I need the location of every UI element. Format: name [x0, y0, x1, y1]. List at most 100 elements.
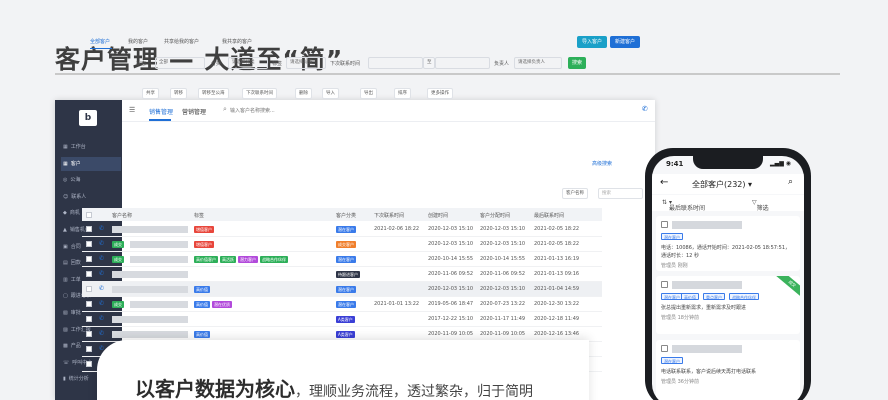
sort-control[interactable]: ⇅ 最后联系时间 ▾: [662, 199, 705, 212]
col-name[interactable]: 客户名称: [112, 212, 132, 219]
field-select[interactable]: 客户名称: [562, 188, 588, 199]
list-search-input[interactable]: 搜索: [598, 188, 643, 199]
toolbar-button[interactable]: 删除: [295, 88, 312, 99]
row-checkbox[interactable]: [86, 301, 92, 307]
col-assigned[interactable]: 客户分配时间: [480, 212, 510, 219]
sidebar-icon: ▦: [63, 144, 68, 150]
customer-name-redacted[interactable]: [112, 286, 188, 293]
tag-list: 高价值: [194, 286, 212, 293]
toolbar-button[interactable]: 导出: [360, 88, 377, 99]
advanced-search-link[interactable]: 高级搜索: [592, 160, 612, 167]
table-row[interactable]: ✆ 成交 增值客户 成交客户 2020-12-03 15:10 2020-12-03 15…: [82, 237, 602, 252]
sidebar-item[interactable]: ☺ 联系人: [61, 190, 121, 204]
owner-select[interactable]: 请选择负责人: [514, 57, 562, 69]
row-checkbox[interactable]: [86, 256, 92, 262]
sidebar-item[interactable]: ▦ 客户: [61, 156, 121, 171]
toolbar-button[interactable]: 共享: [142, 88, 159, 99]
customer-name-redacted[interactable]: [130, 256, 188, 263]
subtab-all[interactable]: 全部客户: [90, 38, 110, 45]
date-start-input[interactable]: [368, 57, 423, 69]
search-icon[interactable]: ⌕: [788, 177, 793, 187]
table-row[interactable]: ✆ 高价值 潜在客户 2020-12-03 15:10 2020-12-03 15:10…: [82, 282, 602, 297]
toolbar-button[interactable]: 转移至公海: [198, 88, 229, 99]
status-select[interactable]: 全部: [155, 57, 205, 69]
filter-control[interactable]: ▽ 筛选: [752, 199, 769, 212]
tag-badge: 高价值客户: [194, 256, 218, 263]
phone-icon[interactable]: ✆: [99, 255, 104, 262]
row-checkbox[interactable]: [86, 331, 92, 337]
phone-icon[interactable]: ✆: [99, 270, 104, 277]
phone-icon[interactable]: ✆: [99, 225, 104, 232]
back-arrow-icon[interactable]: ←: [660, 177, 668, 188]
col-tags[interactable]: 标签: [194, 212, 204, 219]
toolbar-button[interactable]: 排序: [394, 88, 411, 99]
app-logo[interactable]: b: [79, 110, 97, 126]
tag-list: 高价值 潜在优质: [194, 301, 234, 308]
sidebar-item[interactable]: ▦ 工作台: [61, 140, 121, 154]
customer-name-redacted[interactable]: [112, 316, 188, 323]
customer-name-redacted[interactable]: [112, 226, 188, 233]
phone-icon[interactable]: ✆: [99, 300, 104, 307]
sort-label: 最后联系时间: [668, 205, 705, 212]
create-customer-button[interactable]: 新建客户: [610, 36, 640, 48]
table-row[interactable]: ✆ 待跟进客户 2020-11-06 09:52 2020-11-06 09:52 20…: [82, 267, 602, 282]
row-checkbox[interactable]: [86, 226, 92, 232]
tab-sales[interactable]: 销售管理: [149, 107, 173, 116]
cell-assigned: 2020-11-17 11:49: [480, 316, 526, 322]
tagline-rest: ，理顺业务流程，透过繁杂，归于简明: [295, 384, 533, 400]
global-search-input[interactable]: [230, 105, 340, 116]
mobile-filter-bar: ⇅ 最后联系时间 ▾ ▽ 筛选: [652, 195, 804, 212]
col-created[interactable]: 创建时间: [428, 212, 448, 219]
category-badge: A类客户: [336, 316, 355, 323]
toolbar-button[interactable]: 转移: [170, 88, 187, 99]
phone-icon[interactable]: ✆: [99, 330, 104, 337]
category-select[interactable]: 请选择分类: [228, 57, 268, 69]
select-all-checkbox[interactable]: [86, 212, 92, 218]
tab-marketing[interactable]: 营销管理: [182, 107, 206, 116]
row-checkbox[interactable]: [86, 361, 92, 367]
cell-assigned: 2020-07-23 13:22: [480, 301, 526, 307]
row-checkbox[interactable]: [86, 346, 92, 352]
phone-icon[interactable]: ✆: [99, 315, 104, 322]
toolbar-button[interactable]: 导入: [322, 88, 339, 99]
sidebar-item-label: 产品: [70, 343, 81, 350]
table-row[interactable]: ✆ 成交 高价值客户 高活跃 潜力客户 战略合作伙伴 潜在客户 2020-10-14 15:5…: [82, 252, 602, 267]
col-last-contact[interactable]: 最后联系时间: [534, 212, 564, 219]
customer-name-redacted[interactable]: [130, 301, 188, 308]
date-end-input[interactable]: [435, 57, 490, 69]
phone-icon[interactable]: ✆: [642, 105, 648, 113]
mobile-title[interactable]: 全部客户(232) ▾: [692, 179, 752, 190]
subtab-mine[interactable]: 我的客户: [128, 38, 148, 45]
phone-icon[interactable]: ✆: [99, 240, 104, 247]
menu-icon[interactable]: ☰: [129, 106, 135, 114]
row-checkbox[interactable]: [86, 316, 92, 322]
table-row[interactable]: ✆ A类客户 2017-12-22 15:10 2020-11-17 11:49 202…: [82, 312, 602, 327]
table-row[interactable]: ✆ 增值客户 潜在客户 2021-02-06 18:22 2020-12-03 15:1…: [82, 222, 602, 237]
col-next-contact[interactable]: 下次联系时间: [374, 212, 404, 219]
cell-created: 2020-11-06 09:52: [428, 271, 474, 277]
search-button[interactable]: 搜索: [568, 57, 586, 69]
customer-card[interactable]: 潜在客户 电话：10086，通话开始时间：2021-02-05 18:57:51，…: [656, 216, 800, 271]
customer-card[interactable]: 潜在客户 高价值 重点客户 战略合作伙伴 张总提出重新需求，重新需求及时跟进 管理员 18…: [656, 276, 800, 334]
col-category[interactable]: 客户分类: [336, 212, 356, 219]
table-row[interactable]: ✆ 成交 高价值 潜在优质 潜在客户 2021-01-01 13:22 2019-05-06…: [82, 297, 602, 312]
toolbar-button[interactable]: 下次联系时间: [242, 88, 277, 99]
customer-name-redacted[interactable]: [112, 331, 188, 338]
toolbar-button[interactable]: 更多操作: [427, 88, 453, 99]
row-checkbox[interactable]: [86, 241, 92, 247]
customer-name-redacted[interactable]: [130, 241, 188, 248]
customer-name-redacted: [672, 345, 742, 353]
sidebar-item[interactable]: ◎ 公海: [61, 173, 121, 187]
cell-last: 2021-01-13 16:19: [534, 256, 580, 262]
customer-card[interactable]: 潜在客户 电话联系联系，客户说后续天再打电话联系 管理员 36分钟前: [656, 340, 800, 400]
customer-name-redacted[interactable]: [112, 271, 188, 278]
tag-badge: 高价值: [194, 301, 210, 308]
tag-select[interactable]: 请选择标签: [286, 57, 326, 69]
subtab-shared-to-me[interactable]: 共享给我的客户: [164, 38, 199, 45]
search-icon[interactable]: ⌕: [223, 105, 227, 114]
row-checkbox[interactable]: [86, 271, 92, 277]
import-button[interactable]: 导入客户: [577, 36, 607, 48]
phone-icon[interactable]: ✆: [99, 285, 104, 292]
subtab-shared-by-me[interactable]: 我共享的客户: [222, 38, 252, 45]
row-checkbox[interactable]: [86, 286, 92, 292]
